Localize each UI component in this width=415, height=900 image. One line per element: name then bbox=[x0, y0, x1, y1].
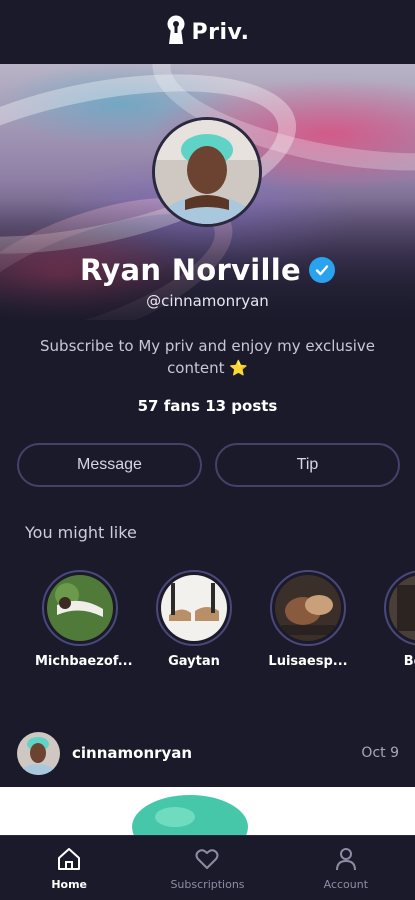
tip-button[interactable]: Tip bbox=[215, 443, 400, 487]
suggestion-avatar[interactable] bbox=[384, 570, 415, 646]
verified-badge-icon bbox=[309, 257, 336, 283]
profile-name: Ryan Norville bbox=[79, 253, 302, 287]
keyhole-logo-icon bbox=[166, 15, 186, 49]
suggestion-item[interactable]: Belle bbox=[377, 570, 415, 669]
person-icon bbox=[333, 846, 359, 875]
message-button[interactable]: Message bbox=[17, 443, 202, 487]
profile-stats: 57 fans 13 posts bbox=[137, 397, 278, 415]
nav-account-label: Account bbox=[323, 877, 369, 891]
post-author-avatar[interactable] bbox=[17, 732, 60, 775]
post-author-name[interactable]: cinnamonryan bbox=[72, 744, 192, 762]
suggestion-avatar[interactable] bbox=[156, 570, 232, 646]
suggestion-label: Michbaezof... bbox=[35, 654, 133, 669]
nav-home-label: Home bbox=[51, 877, 87, 891]
suggestion-label: Belle bbox=[403, 654, 415, 669]
brand-name: Priv. bbox=[191, 19, 250, 45]
suggestions-carousel[interactable]: Michbaezof... Gaytan Luisaesp... B bbox=[0, 570, 415, 680]
suggestion-avatar[interactable] bbox=[270, 570, 346, 646]
profile-handle: @cinnamonryan bbox=[146, 292, 269, 310]
nav-account[interactable]: Account bbox=[277, 836, 415, 900]
profile-bio: Subscribe to My priv and enjoy my exclus… bbox=[40, 337, 375, 377]
profile-name-row: Ryan Norville bbox=[0, 250, 415, 290]
suggestion-avatar[interactable] bbox=[42, 570, 118, 646]
suggestion-item[interactable]: Gaytan bbox=[149, 570, 239, 669]
profile-avatar[interactable] bbox=[152, 117, 262, 227]
post-header: cinnamonryan Oct 9 bbox=[0, 728, 415, 778]
home-icon bbox=[56, 846, 82, 875]
post-image[interactable] bbox=[0, 787, 415, 837]
suggestion-label: Luisaesp... bbox=[268, 654, 348, 669]
suggestions-title: You might like bbox=[25, 523, 137, 542]
nav-home[interactable]: Home bbox=[0, 836, 138, 900]
nav-subscriptions[interactable]: Subscriptions bbox=[138, 836, 276, 900]
nav-subscriptions-label: Subscriptions bbox=[170, 877, 245, 891]
heart-icon bbox=[194, 846, 220, 875]
suggestion-label: Gaytan bbox=[168, 654, 220, 669]
suggestion-item[interactable]: Luisaesp... bbox=[263, 570, 353, 669]
suggestion-item[interactable]: Michbaezof... bbox=[35, 570, 133, 669]
post-date: Oct 9 bbox=[361, 745, 399, 761]
bottom-navigation: Home Subscriptions Account bbox=[0, 835, 415, 900]
top-bar: Priv. bbox=[0, 0, 415, 64]
